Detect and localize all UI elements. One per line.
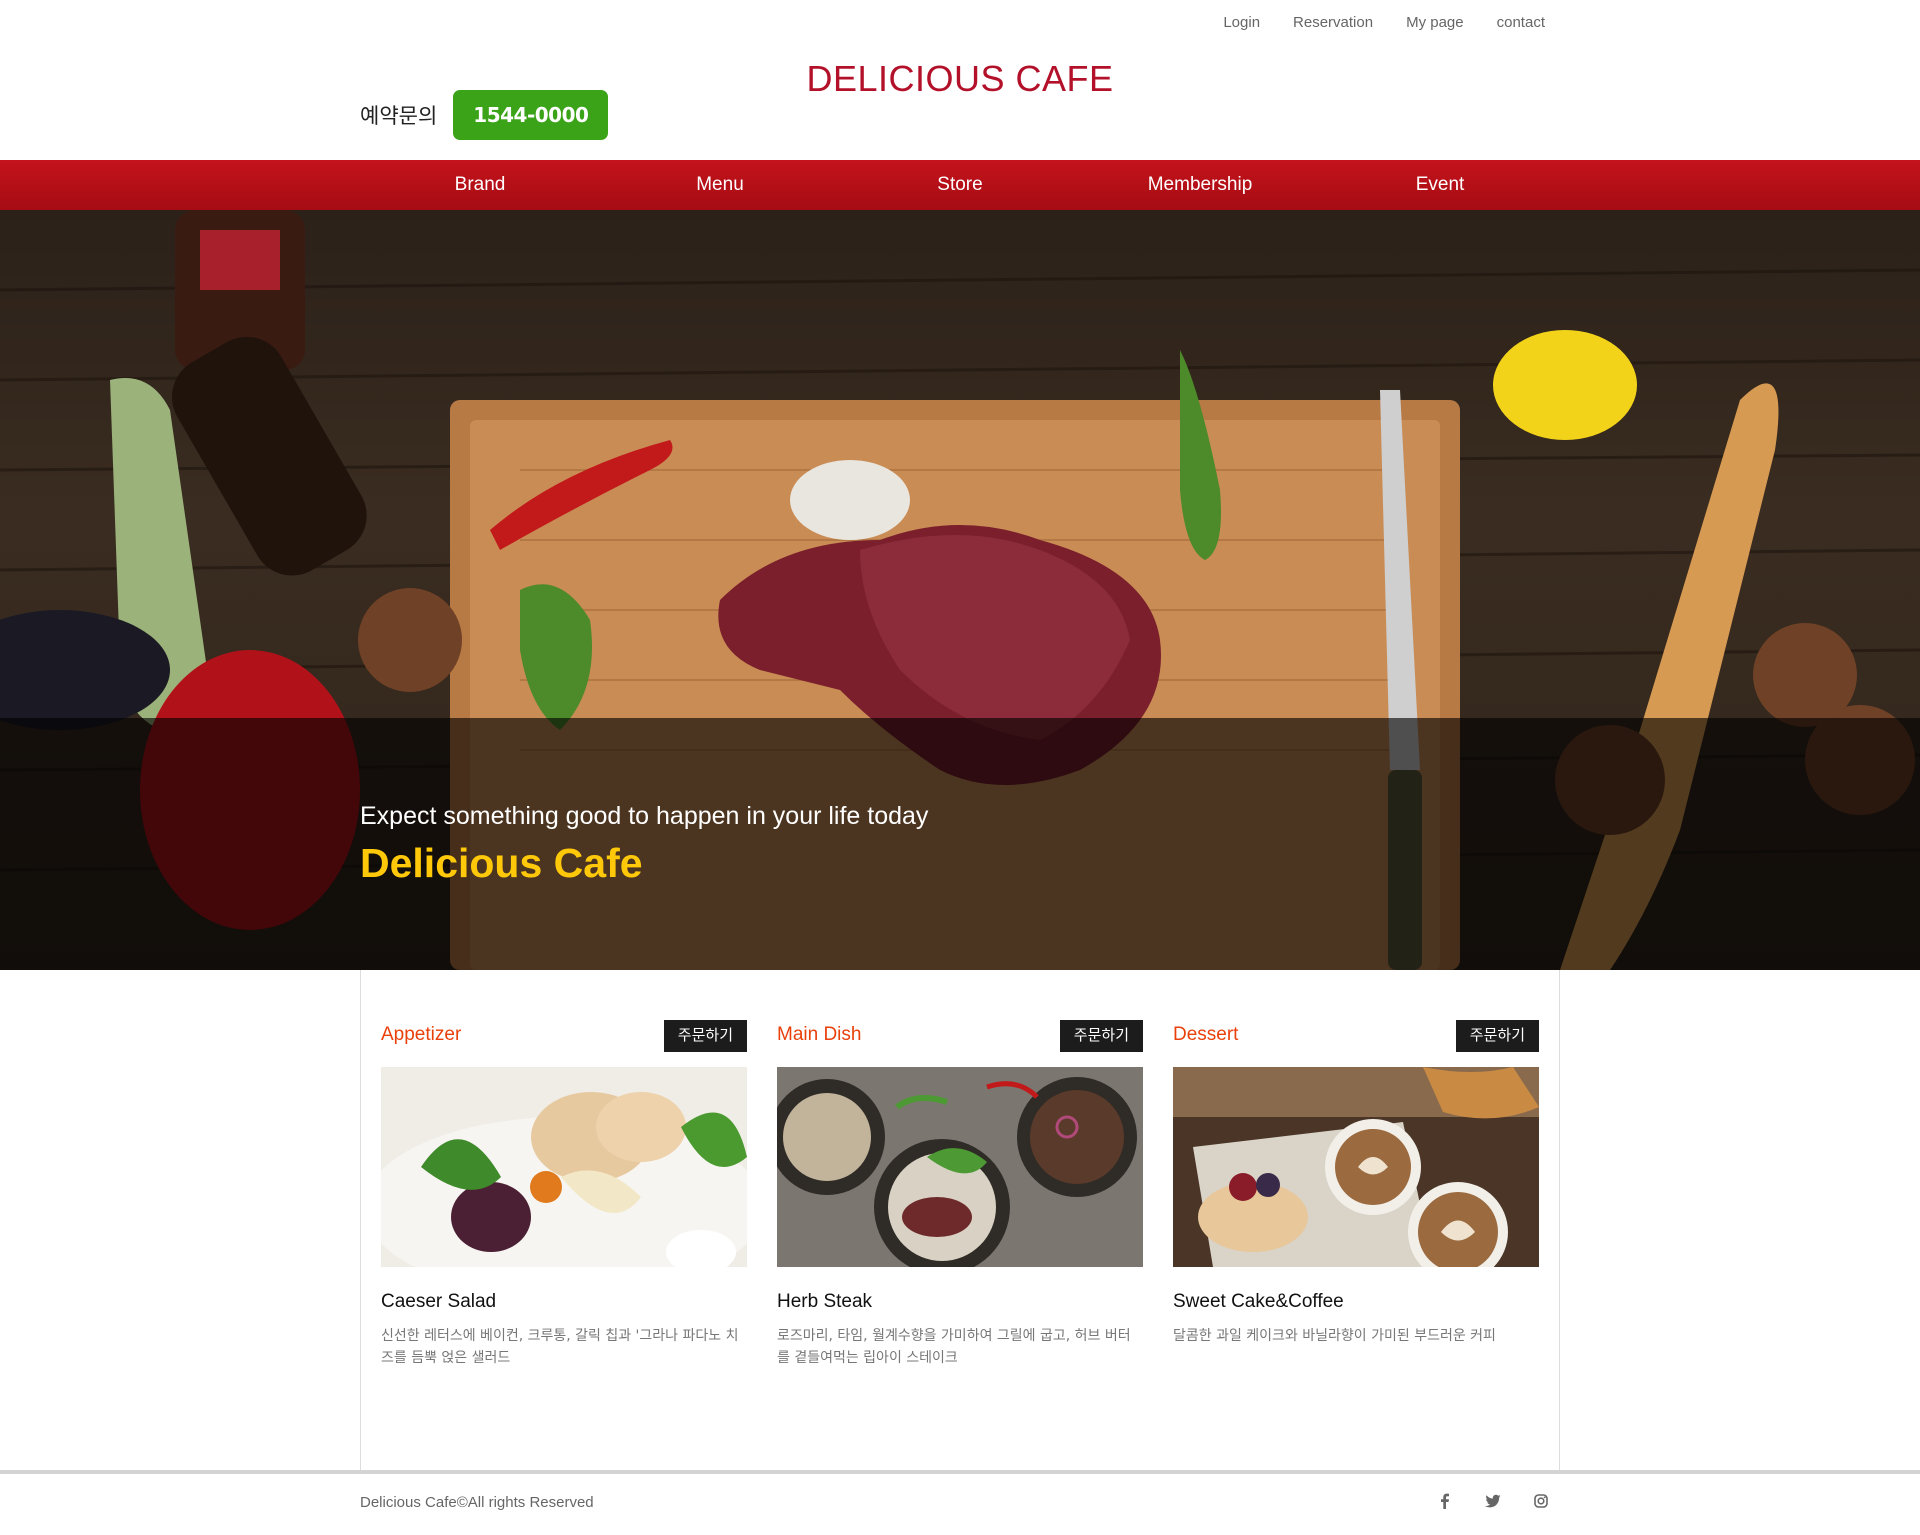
menu-card-main-dish: Main Dish 주문하기 Herb Steak 로즈마리, 타임, 월계수향… (777, 1020, 1143, 1369)
nav-event[interactable]: Event (1320, 160, 1560, 210)
herb-steak-image[interactable] (777, 1067, 1143, 1267)
card-title: Herb Steak (777, 1291, 873, 1312)
menu-card-dessert: Dessert 주문하기 Sweet Cake&Coffee 달콤한 과일 케이… (1173, 1020, 1539, 1347)
nav-brand[interactable]: Brand (360, 160, 600, 210)
card-category: Main Dish (777, 1024, 862, 1045)
my-page-link[interactable]: My page (1406, 14, 1464, 31)
site-logo[interactable]: DELICIOUS CAFE (0, 58, 1920, 100)
order-button[interactable]: 주문하기 (1455, 1020, 1539, 1052)
menu-card-appetizer: Appetizer 주문하기 Caeser Salad 신선한 레터스에 베이컨… (381, 1020, 747, 1369)
site-footer: Delicious Cafe©All rights Reserved (0, 1470, 1920, 1535)
social-links (1406, 1492, 1550, 1510)
reservation-phone-button[interactable]: 1544-0000 (453, 90, 609, 140)
utility-nav: Login Reservation My page contact (1190, 14, 1545, 31)
reservation-inquiry: 예약문의 1544-0000 (360, 90, 609, 140)
card-header: Dessert 주문하기 (1173, 1020, 1539, 1052)
main-nav: Brand Menu Store Membership Event (0, 160, 1920, 210)
nav-membership[interactable]: Membership (1080, 160, 1320, 210)
reservation-link[interactable]: Reservation (1293, 14, 1373, 31)
twitter-icon[interactable] (1484, 1492, 1502, 1510)
page: Login Reservation My page contact DELICI… (0, 0, 1920, 1535)
contact-link[interactable]: contact (1497, 14, 1545, 31)
instagram-icon[interactable] (1532, 1492, 1550, 1510)
copyright-text: Delicious Cafe©All rights Reserved (360, 1494, 594, 1511)
card-category: Appetizer (381, 1024, 462, 1045)
login-link[interactable]: Login (1223, 14, 1260, 31)
hero-subtitle: Expect something good to happen in your … (360, 802, 929, 830)
card-title: Sweet Cake&Coffee (1173, 1291, 1344, 1312)
site-header: Login Reservation My page contact DELICI… (0, 0, 1920, 160)
facebook-icon[interactable] (1436, 1492, 1454, 1510)
nav-menu[interactable]: Menu (600, 160, 840, 210)
order-button[interactable]: 주문하기 (1059, 1020, 1143, 1052)
card-title: Caeser Salad (381, 1291, 497, 1312)
reservation-label: 예약문의 (360, 104, 438, 128)
card-description: 신선한 레터스에 베이컨, 크루통, 갈릭 칩과 '그라나 파다노 치즈를 듬뿍… (381, 1328, 739, 1366)
hero-caption-overlay (0, 718, 1920, 970)
nav-store[interactable]: Store (840, 160, 1080, 210)
card-header: Appetizer 주문하기 (381, 1020, 747, 1052)
cake-coffee-image[interactable] (1173, 1067, 1539, 1267)
menu-section: Appetizer 주문하기 Caeser Salad 신선한 레터스에 베이컨… (360, 970, 1560, 1472)
card-description: 로즈마리, 타임, 월계수향을 가미하여 그릴에 굽고, 허브 버터를 곁들여먹… (777, 1328, 1131, 1366)
card-description: 달콤한 과일 케이크와 바닐라향이 가미된 부드러운 커피 (1173, 1328, 1496, 1344)
order-button[interactable]: 주문하기 (663, 1020, 747, 1052)
hero-title: Delicious Cafe (360, 840, 643, 886)
card-category: Dessert (1173, 1024, 1239, 1045)
card-header: Main Dish 주문하기 (777, 1020, 1143, 1052)
hero-banner: Expect something good to happen in your … (0, 210, 1920, 970)
caesar-salad-image[interactable] (381, 1067, 747, 1267)
